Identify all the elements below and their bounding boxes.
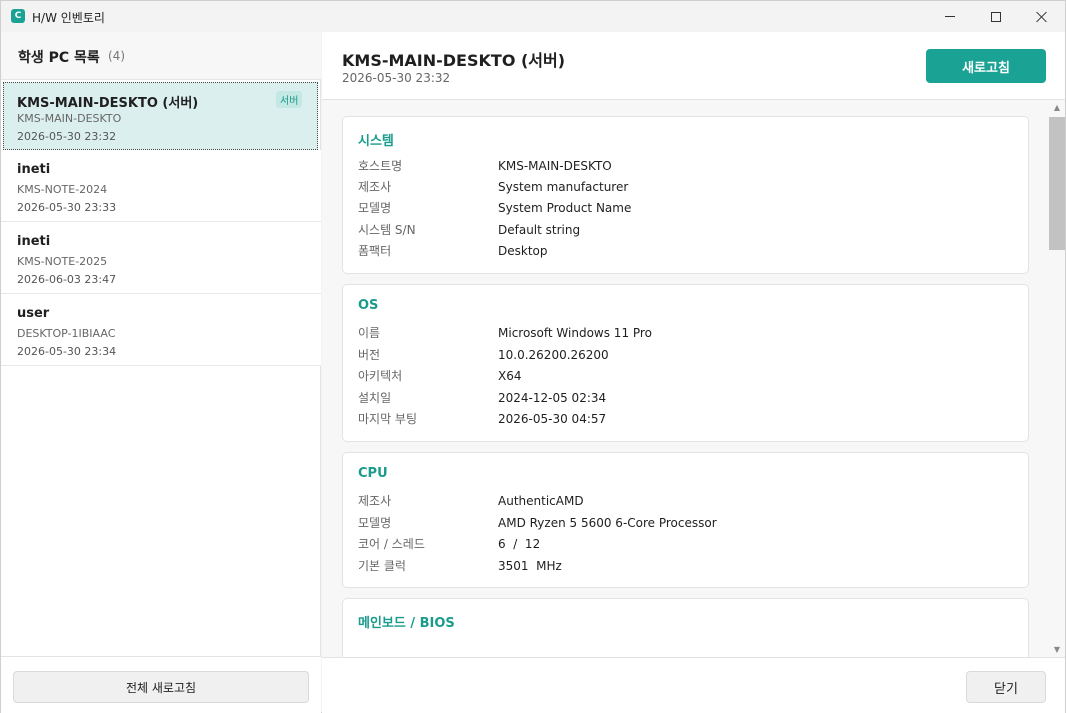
refresh-button[interactable]: 새로고침 (926, 49, 1046, 83)
scroll-down-icon[interactable]: ▼ (1052, 645, 1062, 655)
row-value: 2024-12-05 02:34 (498, 391, 607, 405)
pc-date: 2026-06-03 23:47 (17, 273, 117, 286)
info-row: 마지막 부팅 2026-05-30 04:57 (343, 410, 1030, 430)
app-icon: C (11, 9, 25, 23)
pc-list-title: 학생 PC 목록 (18, 50, 100, 66)
info-row: 이름 Microsoft Windows 11 Pro (343, 324, 1030, 344)
section-title: CPU (358, 466, 388, 481)
section-title: 시스템 (358, 134, 394, 149)
row-value: 10.0.26200.26200 (498, 348, 609, 362)
info-row: 버전 10.0.26200.26200 (343, 346, 1030, 366)
info-row: 제조사 AuthenticAMD (343, 492, 1030, 512)
pc-hostname: KMS-NOTE-2025 (17, 255, 108, 268)
title-bar[interactable]: C H/W 인벤토리 (1, 1, 1065, 32)
row-value: Desktop (498, 244, 548, 258)
pc-date: 2026-05-30 23:32 (17, 130, 117, 143)
pc-list-item[interactable]: ineti KMS-NOTE-2024 2026-05-30 23:33 (1, 150, 321, 222)
maximize-button[interactable] (973, 1, 1019, 32)
pc-date: 2026-05-30 23:34 (17, 345, 117, 358)
info-row: 폼팩터 Desktop (343, 242, 1030, 262)
minimize-icon (945, 16, 955, 17)
pc-hostname: DESKTOP-1IBIAAC (17, 327, 116, 340)
row-label: 이름 (358, 326, 381, 340)
section-title: OS (358, 298, 379, 313)
info-row: 기본 클럭 3501 MHz (343, 557, 1030, 577)
info-row: 모델명 AMD Ryzen 5 5600 6-Core Processor (343, 514, 1030, 534)
row-value: 2026-05-30 04:57 (498, 412, 607, 426)
pc-list-header: 학생 PC 목록 (4) (1, 32, 321, 80)
row-label: 폼팩터 (358, 244, 392, 258)
row-label: 호스트명 (358, 159, 403, 173)
maximize-icon (991, 11, 1001, 22)
section-mainboard-bios: 메인보드 / BIOS (342, 598, 1029, 657)
row-label: 제조사 (358, 180, 392, 194)
row-label: 모델명 (358, 516, 392, 530)
app-window: C H/W 인벤토리 학생 PC 목록 (4) KMS-MAIN-DESKTO … (0, 0, 1066, 713)
pc-name: KMS-MAIN-DESKTO (서버) (17, 96, 199, 111)
row-label: 설치일 (358, 391, 392, 405)
pc-list-panel: 학생 PC 목록 (4) KMS-MAIN-DESKTO (서버) 서버 KMS… (1, 32, 321, 713)
row-value: 6 / 12 (498, 537, 541, 551)
row-label: 마지막 부팅 (358, 412, 418, 426)
section-cpu: CPU 제조사 AuthenticAMD 모델명 AMD Ryzen 5 560… (342, 452, 1029, 588)
server-badge: 서버 (276, 91, 303, 108)
row-label: 버전 (358, 348, 381, 362)
row-value: KMS-MAIN-DESKTO (498, 159, 612, 173)
detail-header: KMS-MAIN-DESKTO (서버) 2026-05-30 23:32 새로… (322, 32, 1065, 100)
minimize-button[interactable] (927, 1, 973, 32)
row-label: 제조사 (358, 494, 392, 508)
row-label: 시스템 S/N (358, 223, 416, 237)
window-title: H/W 인벤토리 (32, 11, 105, 25)
row-label: 기본 클럭 (358, 559, 406, 573)
detail-panel: KMS-MAIN-DESKTO (서버) 2026-05-30 23:32 새로… (322, 32, 1065, 713)
pc-list-item-selected[interactable]: KMS-MAIN-DESKTO (서버) 서버 KMS-MAIN-DESKTO … (3, 82, 318, 150)
close-icon (1036, 11, 1048, 23)
section-title: 메인보드 / BIOS (358, 616, 455, 631)
row-label: 모델명 (358, 201, 392, 215)
info-row: 호스트명 KMS-MAIN-DESKTO (343, 157, 1030, 177)
row-value: Default string (498, 223, 581, 237)
info-row: 제조사 System manufacturer (343, 178, 1030, 198)
row-value: 3501 MHz (498, 559, 562, 573)
pc-hostname: KMS-MAIN-DESKTO (17, 112, 122, 125)
pc-name: ineti (17, 234, 51, 249)
row-label: 코어 / 스레드 (358, 537, 425, 551)
pc-list-item[interactable]: ineti KMS-NOTE-2025 2026-06-03 23:47 (1, 222, 321, 294)
pc-list-footer: 전체 새로고침 (1, 656, 321, 713)
pc-name: ineti (17, 162, 51, 177)
row-value: Microsoft Windows 11 Pro (498, 326, 652, 340)
row-value: X64 (498, 369, 522, 383)
pc-hostname: KMS-NOTE-2024 (17, 183, 108, 196)
row-label: 아키텍처 (358, 369, 403, 383)
detail-scroll-area[interactable]: 시스템 호스트명 KMS-MAIN-DESKTO 제조사 System manu… (322, 101, 1065, 657)
info-row: 시스템 S/N Default string (343, 221, 1030, 241)
refresh-all-button[interactable]: 전체 새로고침 (13, 671, 309, 703)
section-system: 시스템 호스트명 KMS-MAIN-DESKTO 제조사 System manu… (342, 116, 1029, 274)
scroll-up-icon[interactable]: ▲ (1052, 103, 1062, 113)
row-value: AMD Ryzen 5 5600 6-Core Processor (498, 516, 717, 530)
close-window-button[interactable] (1019, 1, 1065, 32)
info-row: 모델명 System Product Name (343, 199, 1030, 219)
detail-footer: 닫기 (322, 657, 1065, 713)
detail-scrollbar[interactable]: ▲ ▼ (1049, 101, 1065, 657)
info-row: 코어 / 스레드 6 / 12 (343, 535, 1030, 555)
pc-list: KMS-MAIN-DESKTO (서버) 서버 KMS-MAIN-DESKTO … (1, 80, 321, 366)
info-row: 설치일 2024-12-05 02:34 (343, 389, 1030, 409)
scrollbar-thumb[interactable] (1049, 117, 1065, 250)
info-row: 아키텍처 X64 (343, 367, 1030, 387)
pc-list-item[interactable]: user DESKTOP-1IBIAAC 2026-05-30 23:34 (1, 294, 321, 366)
detail-title: KMS-MAIN-DESKTO (서버) (342, 51, 566, 70)
detail-date: 2026-05-30 23:32 (342, 71, 451, 85)
row-value: System Product Name (498, 201, 632, 215)
close-button[interactable]: 닫기 (966, 671, 1046, 703)
pc-name: user (17, 306, 50, 321)
row-value: System manufacturer (498, 180, 629, 194)
pc-list-count: (4) (108, 49, 125, 63)
section-os: OS 이름 Microsoft Windows 11 Pro 버전 10.0.2… (342, 284, 1029, 442)
pc-date: 2026-05-30 23:33 (17, 201, 117, 214)
row-value: AuthenticAMD (498, 494, 584, 508)
